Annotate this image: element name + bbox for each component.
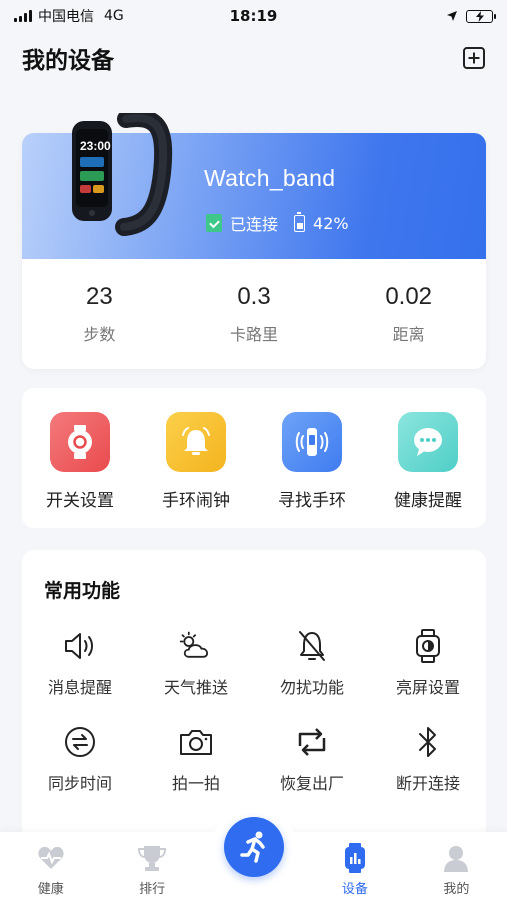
function-label: 断开连接: [395, 774, 460, 793]
quick-action-health-reminder[interactable]: 健康提醒: [370, 388, 486, 528]
trophy-icon: [137, 844, 167, 872]
connected-shield-icon: [206, 214, 222, 232]
stat-steps: 23 步数: [22, 259, 177, 369]
connection-status: 已连接: [230, 215, 279, 234]
camera-icon: [178, 724, 214, 760]
function-take-photo[interactable]: 拍一拍: [138, 724, 254, 794]
device-status: 已连接 42%: [206, 211, 349, 235]
battery-icon: [466, 9, 496, 23]
device-name: Watch_band: [204, 165, 336, 191]
calories-value: 0.3: [237, 283, 271, 310]
signal-icon: [14, 10, 32, 22]
tab-label: 健康: [37, 882, 64, 897]
bluetooth-icon: [410, 724, 446, 760]
device-icon: [340, 843, 370, 873]
function-message-reminder[interactable]: 消息提醒: [22, 628, 138, 698]
tab-ranking[interactable]: 排行: [101, 832, 202, 900]
function-label: 亮屏设置: [395, 678, 460, 697]
start-workout-button[interactable]: [224, 817, 284, 877]
band-screen-time: 23:00: [80, 139, 111, 153]
find-band-icon: [282, 412, 342, 472]
watch-screen-icon: [410, 628, 446, 664]
device-card[interactable]: 23:00 Watch_band 已连接 42% 23 步数 0.3 卡路里 0…: [22, 113, 486, 369]
section-title: 常用功能: [44, 580, 121, 602]
battery-percent: 42%: [313, 213, 349, 233]
function-factory-reset[interactable]: 恢复出厂: [254, 724, 370, 794]
tab-label: 我的: [443, 882, 470, 897]
function-disconnect[interactable]: 断开连接: [370, 724, 486, 794]
page-header: 我的设备: [22, 40, 485, 76]
tab-label: 排行: [139, 882, 166, 897]
activity-stats: 23 步数 0.3 卡路里 0.02 距离: [22, 259, 486, 369]
page-title: 我的设备: [22, 48, 114, 74]
steps-label: 步数: [83, 325, 116, 344]
location-icon: [447, 11, 457, 21]
running-icon: [240, 831, 265, 863]
function-screen-settings[interactable]: 亮屏设置: [370, 628, 486, 698]
quick-action-find-band[interactable]: 寻找手环: [254, 388, 370, 528]
tab-device[interactable]: 设备: [304, 832, 405, 900]
function-label: 消息提醒: [47, 678, 112, 697]
function-do-not-disturb[interactable]: 勿扰功能: [254, 628, 370, 698]
speaker-icon: [62, 628, 98, 664]
distance-value: 0.02: [385, 283, 433, 310]
quick-action-switch-settings[interactable]: 开关设置: [22, 388, 138, 528]
quick-action-alarm[interactable]: 手环闹钟: [138, 388, 254, 528]
quick-action-label: 寻找手环: [278, 491, 346, 511]
carrier-label: 中国电信: [38, 9, 94, 25]
calories-label: 卡路里: [230, 325, 279, 344]
common-functions-card: 常用功能 消息提醒 天气推送 勿扰功能 亮屏设置 同步时间 拍一拍 恢复出厂 断…: [22, 550, 486, 840]
quick-action-label: 开关设置: [46, 491, 114, 511]
watch-settings-icon: [50, 412, 110, 472]
weather-icon: [178, 628, 214, 664]
function-grid: 消息提醒 天气推送 勿扰功能 亮屏设置 同步时间 拍一拍 恢复出厂 断开连接: [22, 628, 486, 794]
function-label: 拍一拍: [171, 774, 220, 793]
network-label: 4G: [104, 8, 124, 24]
distance-label: 距离: [392, 325, 425, 344]
add-device-button[interactable]: [463, 47, 485, 69]
sync-icon: [62, 724, 98, 760]
function-sync-time[interactable]: 同步时间: [22, 724, 138, 794]
quick-action-label: 手环闹钟: [162, 491, 230, 511]
bell-off-icon: [294, 628, 330, 664]
heart-icon: [36, 844, 66, 872]
reset-icon: [294, 724, 330, 760]
profile-icon: [441, 844, 471, 872]
tab-label: 设备: [341, 882, 368, 897]
function-label: 勿扰功能: [279, 678, 344, 697]
quick-actions: 开关设置 手环闹钟 寻找手环 健康提醒: [22, 388, 486, 528]
function-label: 天气推送: [163, 678, 228, 697]
chat-bubble-icon: [398, 412, 458, 472]
tab-health[interactable]: 健康: [0, 832, 101, 900]
stat-distance: 0.02 距离: [331, 259, 486, 369]
quick-action-label: 健康提醒: [394, 491, 462, 511]
function-weather-push[interactable]: 天气推送: [138, 628, 254, 698]
function-label: 恢复出厂: [279, 774, 344, 793]
stat-calories: 0.3 卡路里: [177, 259, 332, 369]
status-bar: 中国电信 4G 18:19: [0, 0, 507, 32]
steps-value: 23: [85, 283, 113, 310]
function-label: 同步时间: [47, 774, 112, 793]
battery-level-icon: [294, 211, 306, 232]
smart-band-image: 23:00: [72, 113, 173, 236]
bell-icon: [166, 412, 226, 472]
tab-profile[interactable]: 我的: [406, 832, 507, 900]
